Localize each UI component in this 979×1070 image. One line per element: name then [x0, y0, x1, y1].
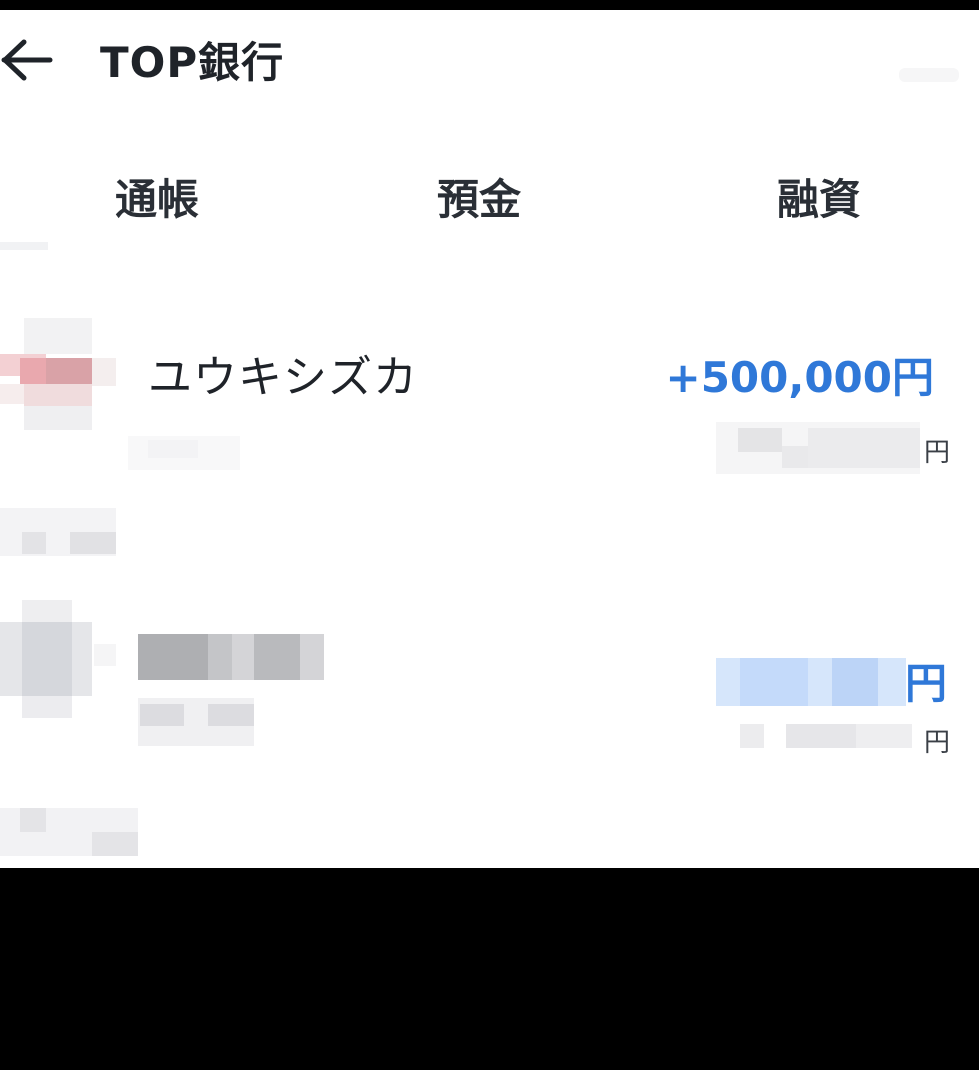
balance-yen-unit: 円: [924, 438, 951, 468]
balance-yen-unit: 円: [924, 728, 951, 758]
app-header: TOP銀行: [0, 10, 979, 120]
date-separator-redacted: [0, 508, 116, 556]
back-button[interactable]: [0, 38, 60, 82]
transaction-date-redacted: [128, 430, 240, 474]
date-separator-redacted: [0, 808, 138, 856]
transaction-amount-redacted: [716, 658, 906, 706]
amount-yen-unit: 円: [905, 659, 948, 708]
header-faint-element: [899, 68, 959, 82]
tab-passbook[interactable]: 通帳: [115, 174, 199, 226]
transaction-icon-redacted: [0, 318, 116, 430]
transaction-amount: +500,000円: [665, 353, 935, 402]
page-title: TOP銀行: [100, 38, 285, 87]
transaction-name-redacted: [138, 634, 324, 746]
tab-indicator: [0, 242, 48, 250]
transaction-icon-redacted: [0, 600, 116, 718]
arrow-left-icon: [1, 39, 53, 81]
transaction-name: ユウキシズカ: [148, 352, 418, 403]
app-screen: TOP銀行 通帳 預金 融資 ユウキシズカ +500,000円 円 円 円: [0, 10, 979, 868]
tab-loan[interactable]: 融資: [777, 174, 861, 226]
transaction-balance-redacted: [716, 724, 912, 748]
transaction-row[interactable]: 円 円: [0, 600, 979, 758]
transaction-balance-redacted: [716, 422, 920, 474]
transaction-row[interactable]: ユウキシズカ +500,000円 円: [0, 310, 979, 510]
tab-deposit[interactable]: 預金: [437, 174, 521, 226]
tab-bar: 通帳 預金 融資: [0, 160, 979, 250]
